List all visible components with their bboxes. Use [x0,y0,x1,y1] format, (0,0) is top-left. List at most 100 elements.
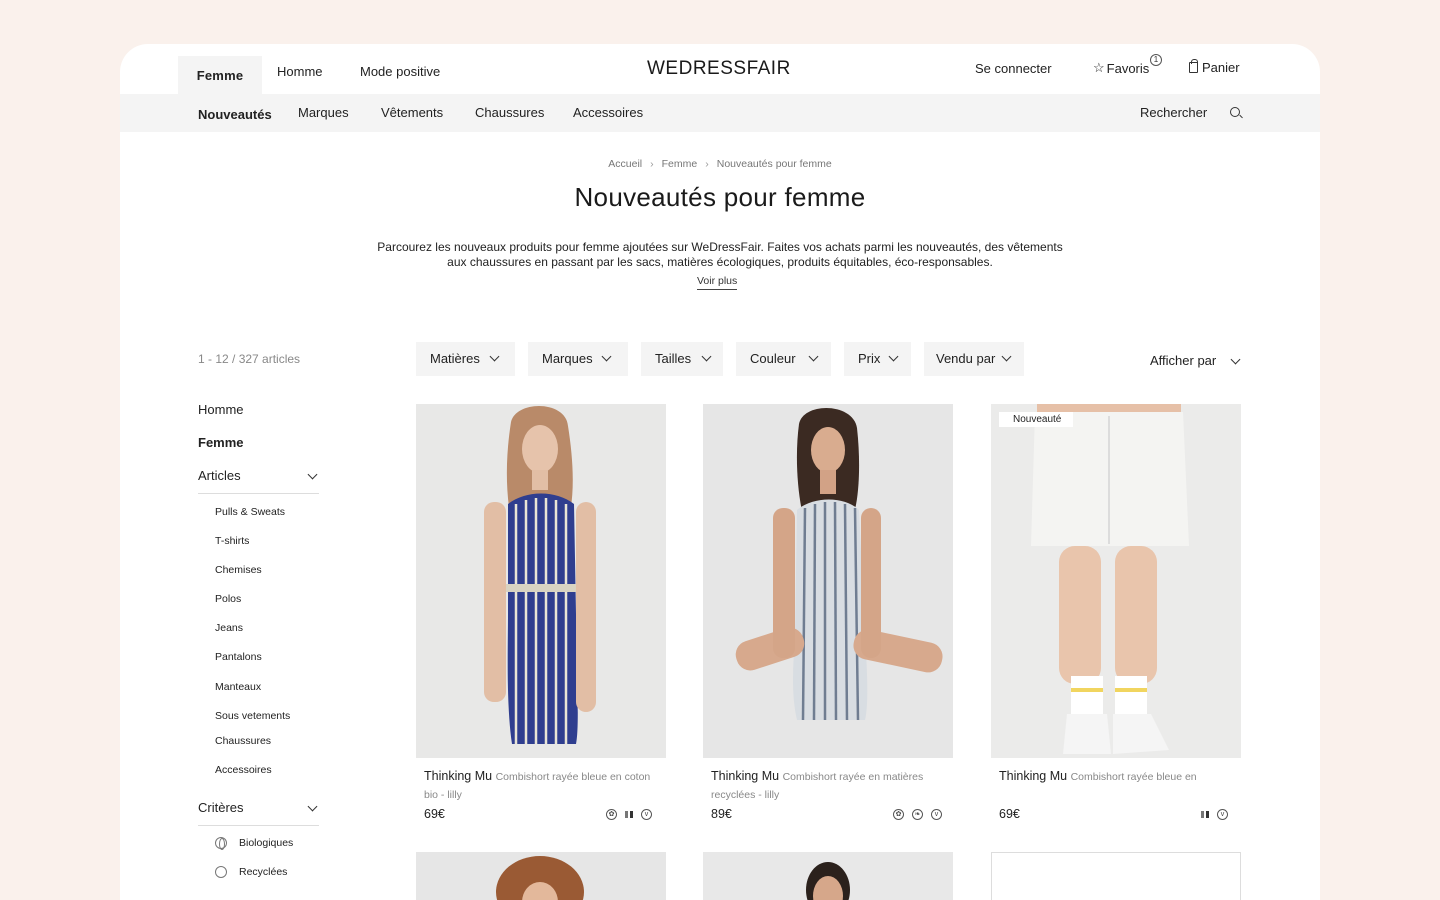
product-title[interactable]: Thinking Mu Combishort rayée bleue en [999,768,1235,786]
article-link[interactable]: Manteaux [215,681,261,693]
filter-tailles[interactable]: Tailles [641,342,723,376]
nav-marques[interactable]: Marques [298,105,349,120]
articles-toggle[interactable]: Articles [198,468,319,494]
filter-couleur[interactable]: Couleur [736,342,831,376]
recycle-icon [215,866,227,878]
vegan-icon: v [641,809,652,820]
sidebar-item-femme[interactable]: Femme [198,435,244,450]
criteria-toggle[interactable]: Critères [198,800,319,826]
chevron-down-icon [701,351,712,362]
breadcrumb-separator: › [650,158,654,170]
favorites-count-badge: 1 [1150,54,1162,66]
tab-femme[interactable]: Femme [178,56,262,94]
sort-label: Afficher par [1150,353,1217,368]
tab-mode-positive[interactable]: Mode positive [360,60,440,98]
article-link[interactable]: Pulls & Sweats [215,506,285,518]
nav-nouveautes[interactable]: Nouveautés [198,107,272,122]
chevron-down-icon [601,351,612,362]
cart-label: Panier [1202,60,1240,75]
page-description: Parcourez les nouveaux produits pour fem… [377,240,1063,269]
breadcrumb: Accueil › Femme › Nouveautés pour femme [120,158,1320,170]
search-icon[interactable] [1230,107,1240,117]
product-price: 89€ [711,807,732,821]
vegan-icon: v [1217,809,1228,820]
filter-label: Vendu par [936,351,996,366]
shopping-bag-icon [1189,59,1198,73]
sidebar-item-homme[interactable]: Homme [198,402,244,417]
product-brand: Thinking Mu [424,769,493,783]
app-window: Femme Homme Mode positive WEDRESSFAIR Se… [120,44,1320,900]
sort-dropdown[interactable]: Afficher par [1150,353,1241,368]
leaf-icon: ❧ [912,809,923,820]
criteria-recycled-label: Recyclées [239,866,288,878]
chevron-down-icon [1001,351,1012,362]
product-title[interactable]: Thinking Mu Combishort rayée bleue en co… [424,768,660,804]
chevron-down-icon [489,351,500,362]
article-link[interactable]: Jeans [215,622,243,634]
breadcrumb-home[interactable]: Accueil [608,158,642,170]
chevron-down-icon [808,351,819,362]
login-link[interactable]: Se connecter [975,61,1052,76]
search-label[interactable]: Rechercher [1140,105,1207,120]
product-brand: Thinking Mu [999,769,1068,783]
filter-label: Marques [542,351,593,366]
product-label-icons: ✿ v [606,809,652,820]
breadcrumb-separator: › [705,158,709,170]
product-price: 69€ [424,807,445,821]
nav-vetements[interactable]: Vêtements [381,105,443,120]
page-title: Nouveautés pour femme [574,182,866,212]
filter-matieres[interactable]: Matières [416,342,515,376]
product-image[interactable]: Nouveauté [991,404,1241,758]
filter-label: Prix [858,351,881,366]
logo-part-3: FAIR [746,58,791,79]
product-image[interactable] [991,852,1241,900]
product-image[interactable] [703,852,953,900]
criteria-recycled[interactable]: Recyclées [215,866,287,878]
chevron-down-icon [1230,354,1241,365]
article-link[interactable]: T-shirts [215,535,249,547]
article-link[interactable]: Sous vetements [215,710,290,722]
filter-vendu-par[interactable]: Vendu par [924,342,1024,376]
product-image[interactable] [703,404,953,758]
article-link[interactable]: Accessoires [215,764,272,776]
product-title[interactable]: Thinking Mu Combishort rayée en matières… [711,768,947,804]
article-link[interactable]: Pantalons [215,651,262,663]
filter-prix[interactable]: Prix [844,342,911,376]
product-price: 69€ [999,807,1020,821]
model-photo [416,404,666,758]
site-logo[interactable]: WEDRESSFAIR [647,58,791,80]
breadcrumb-current: Nouveautés pour femme [716,158,832,170]
breadcrumb-femme[interactable]: Femme [662,158,698,170]
model-photo [991,404,1241,758]
result-count: 1 - 12 / 327 articles [198,352,301,366]
product-image[interactable] [416,404,666,758]
cart-link[interactable]: Panier [1189,59,1240,75]
logo-part-1: WE [647,58,679,79]
filter-label: Matières [430,351,480,366]
product-image[interactable] [416,852,666,900]
filter-label: Couleur [750,351,796,366]
recycle-icon: ✿ [606,809,617,820]
product-brand: Thinking Mu [711,769,780,783]
article-link[interactable]: Chemises [215,564,262,576]
chevron-down-icon [888,351,899,362]
favorites-link[interactable]: ☆ Favoris 1 [1093,54,1162,76]
new-badge: Nouveauté [999,412,1074,427]
top-header: Femme Homme Mode positive WEDRESSFAIR Se… [120,44,1320,94]
see-more-link[interactable]: Voir plus [697,275,738,290]
favorites-label: Favoris [1106,60,1150,76]
nav-chaussures[interactable]: Chaussures [475,105,544,120]
nav-accessoires[interactable]: Accessoires [573,105,643,120]
vegan-icon: v [931,809,942,820]
criteria-organic[interactable]: Biologiques [215,837,293,850]
article-link[interactable]: Chaussures [215,735,271,747]
french-flag-icon [1201,811,1209,818]
logo-part-2: DRESS [678,58,747,79]
globe-icon [215,837,227,850]
article-link[interactable]: Polos [215,593,241,605]
model-photo [416,852,666,900]
recycle-icon: ✿ [893,809,904,820]
filter-marques[interactable]: Marques [528,342,628,376]
tab-homme[interactable]: Homme [277,60,323,98]
model-photo [703,404,953,758]
